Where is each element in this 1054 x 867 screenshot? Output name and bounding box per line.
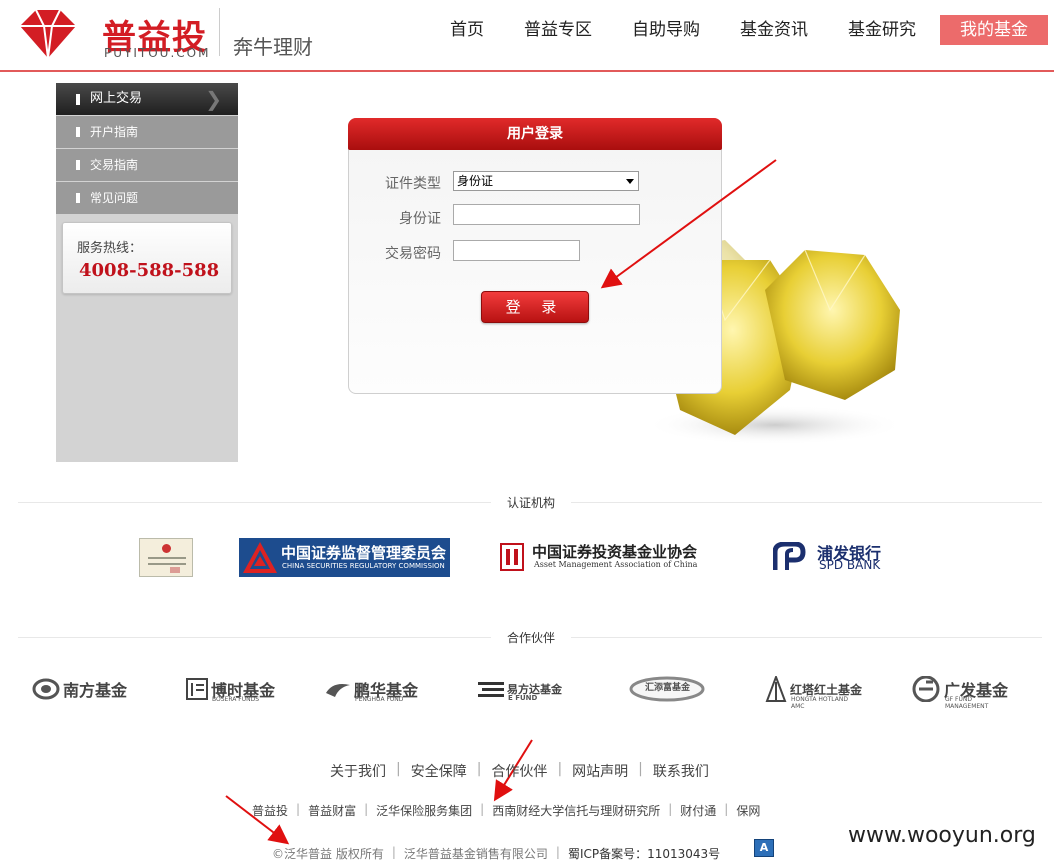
watermark-text: www.wooyun.org <box>848 823 1036 848</box>
hotline-number: 4008-588-588 <box>79 260 220 281</box>
main-nav: 首页 普益专区 自助导购 基金资讯 基金研究 我的基金 <box>430 15 1048 45</box>
bullet-icon <box>76 94 80 105</box>
footer-link-security[interactable]: 安全保障 <box>411 761 467 781</box>
partner-gf[interactable]: 广发基金 GF FUND MANAGEMENT <box>911 674 1008 710</box>
login-button[interactable]: 登 录 <box>481 291 589 323</box>
sidebar-header-label: 网上交易 <box>90 91 143 106</box>
partner-huitianfu[interactable]: 汇添富基金 <box>629 674 705 704</box>
friend-link-swufe[interactable]: 西南财经大学信托与理财研究所 <box>492 802 660 820</box>
partner-sub: E FUND <box>508 694 538 702</box>
sidebar-item-label: 开户指南 <box>90 125 139 139</box>
hongta-icon <box>765 676 787 702</box>
sidebar-item-faq[interactable]: 常见问题 <box>56 182 238 214</box>
company-name: 泛华普益基金销售有限公司 <box>403 847 548 861</box>
logo-diamond-icon <box>20 9 76 59</box>
trust-badge-icon[interactable]: A <box>754 839 774 857</box>
footer-copyright: ©泛华普益 版权所有 | 泛华普益基金销售有限公司 | 蜀ICP备案号：110130… <box>272 845 721 861</box>
amac-name: 中国证券投资基金业协会 <box>532 543 698 561</box>
gf-fund-icon <box>912 676 940 702</box>
logo-divider <box>219 8 220 56</box>
logo-domain: PUYITOU.COM <box>104 46 211 60</box>
spdb-sub: SPD BANK <box>819 558 881 572</box>
amac-emblem-icon <box>500 543 524 571</box>
login-panel: 用户登录 证件类型 身份证 身份证 交易密码 登 录 <box>348 118 722 394</box>
partner-southern[interactable]: 南方基金 <box>32 674 127 704</box>
sidebar-item-trade-guide[interactable]: 交易指南 <box>56 149 238 181</box>
penghua-icon <box>326 684 350 697</box>
friend-link-puyitou[interactable]: 普益投 <box>252 802 288 820</box>
partner-hongta[interactable]: 红塔红土基金 HONGTA HOTLAND AMC <box>765 674 863 710</box>
partner-sub: GF FUND MANAGEMENT <box>945 696 989 710</box>
cert-spdb[interactable]: 浦发银行 SPD BANK <box>773 540 885 574</box>
footer-friend-links: 普益投 | 普益财富 | 泛华保险服务集团 | 西南财经大学信托与理财研究所 | 财付通… <box>252 802 761 820</box>
id-type-select[interactable]: 身份证 <box>453 171 639 191</box>
csrc-name: 中国证券监督管理委员会 <box>281 544 447 562</box>
friend-link-baowang[interactable]: 保网 <box>736 802 760 820</box>
partner-penghua[interactable]: 鹏华基金 PENGHUA FUND <box>325 674 418 704</box>
site-logo[interactable]: 普益投 PUYITOU.COM <box>18 6 208 62</box>
footer-links: 关于我们 | 安全保障 | 合作伙伴 | 网站声明 | 联系我们 <box>330 761 709 781</box>
nav-self-guide[interactable]: 自助导购 <box>612 15 720 45</box>
chevron-down-icon <box>626 179 634 184</box>
sidebar-header[interactable]: 网上交易 ❯ <box>56 83 238 115</box>
id-type-label: 证件类型 <box>385 176 441 192</box>
southern-fund-icon <box>32 678 60 700</box>
footer-link-statement[interactable]: 网站声明 <box>572 761 628 781</box>
bullet-icon <box>76 193 80 203</box>
bullet-icon <box>76 127 80 137</box>
id-number-label: 身份证 <box>399 211 441 227</box>
friend-link-fanhua[interactable]: 泛华保险服务集团 <box>376 802 472 820</box>
nav-home[interactable]: 首页 <box>430 15 504 45</box>
site-slogan: 奔牛理财 <box>233 35 313 59</box>
partner-sub: BOSERA FUNDS <box>212 696 260 703</box>
csrc-sub: CHINA SECURITIES REGULATORY COMMISSION <box>282 562 445 570</box>
partner-bosera[interactable]: 博时基金 BOSERA FUNDS <box>186 674 275 704</box>
friend-link-tenpay[interactable]: 财付通 <box>680 802 716 820</box>
hotline-box: 服务热线： 4008-588-588 <box>62 222 232 294</box>
friend-link-puyi-wealth[interactable]: 普益财富 <box>308 802 356 820</box>
chevron-right-icon: ❯ <box>205 87 222 111</box>
partner-sub: HONGTA HOTLAND AMC <box>791 696 848 710</box>
sidebar-item-label: 交易指南 <box>90 158 139 172</box>
nav-fund-research[interactable]: 基金研究 <box>828 15 936 45</box>
sidebar-item-label: 常见问题 <box>90 191 139 205</box>
partner-sub: PENGHUA FUND <box>355 696 404 703</box>
cert-amac[interactable]: 中国证券投资基金业协会 Asset Management Association… <box>500 541 726 575</box>
partner-name: 红塔红土基金 <box>790 682 863 697</box>
password-label: 交易密码 <box>385 246 441 262</box>
efund-icon <box>478 682 504 697</box>
copyright-text: ©泛华普益 版权所有 <box>272 847 384 861</box>
login-title: 用户登录 <box>348 118 722 150</box>
cert-section-title: 认证机构 <box>491 494 571 511</box>
footer-link-partners[interactable]: 合作伙伴 <box>491 761 547 781</box>
nav-my-fund[interactable]: 我的基金 <box>940 15 1048 45</box>
spdb-emblem-icon <box>773 542 806 570</box>
nav-puyi-zone[interactable]: 普益专区 <box>504 15 612 45</box>
hotline-label: 服务热线： <box>77 241 143 256</box>
site-header: 普益投 PUYITOU.COM 奔牛理财 首页 普益专区 自助导购 基金资讯 基… <box>0 0 1054 72</box>
password-input[interactable] <box>453 240 580 261</box>
partner-name: 汇添富基金 <box>645 683 691 693</box>
csrc-emblem-icon <box>243 542 277 573</box>
bullet-icon <box>76 160 80 170</box>
cert-license-icon[interactable] <box>139 538 193 577</box>
bosera-icon <box>186 678 208 700</box>
id-type-value: 身份证 <box>457 174 494 188</box>
partner-section-title: 合作伙伴 <box>491 629 571 646</box>
sidebar: 网上交易 ❯ 开户指南 交易指南 常见问题 服务热线： 4008-588-588 <box>56 83 238 462</box>
sidebar-item-account-guide[interactable]: 开户指南 <box>56 116 238 148</box>
amac-sub: Asset Management Association of China <box>534 560 698 569</box>
footer-link-contact[interactable]: 联系我们 <box>653 761 709 781</box>
icp-number: 蜀ICP备案号：11013043号 <box>567 847 721 861</box>
nav-fund-news[interactable]: 基金资讯 <box>720 15 828 45</box>
cert-csrc[interactable]: 中国证券监督管理委员会 CHINA SECURITIES REGULATORY … <box>239 538 450 577</box>
partner-efund[interactable]: 易方达基金 E FUND <box>478 674 562 704</box>
id-number-input[interactable] <box>453 204 640 225</box>
partner-name: 南方基金 <box>63 681 128 700</box>
footer-link-about[interactable]: 关于我们 <box>330 761 386 781</box>
